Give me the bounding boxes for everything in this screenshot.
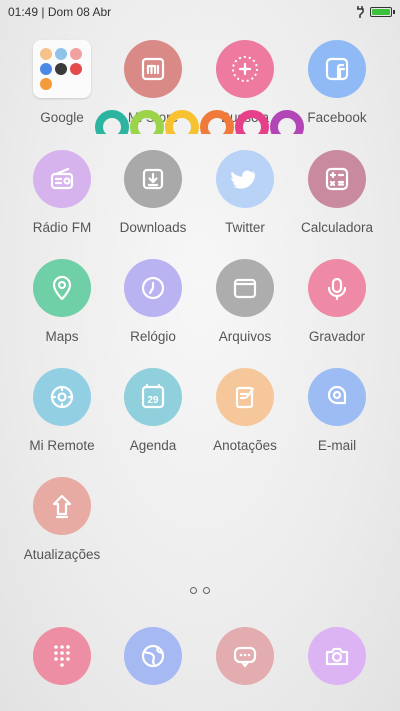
app-label: Agenda (129, 438, 177, 453)
folder-icon (33, 40, 91, 98)
rainbow-arc (235, 110, 269, 134)
compass-icon (216, 40, 274, 98)
folder-app-icon (40, 78, 52, 90)
app-label: Anotações (213, 438, 277, 453)
status-time-date: 01:49 | Dom 08 Abr (8, 5, 112, 19)
page-dot[interactable] (190, 587, 197, 594)
app-label: Gravador (308, 329, 366, 344)
app-label: E-mail (317, 438, 357, 453)
calculator-icon (308, 150, 366, 208)
app-label: Calculadora (300, 220, 374, 235)
twitter-icon (216, 150, 274, 208)
app-downloads[interactable]: Downloads (106, 150, 200, 235)
app-label: Twitter (225, 220, 265, 235)
download-icon (124, 150, 182, 208)
rainbow-arc (165, 110, 199, 134)
update-arrow-icon (33, 477, 91, 535)
app-maps[interactable]: Maps (15, 259, 109, 344)
app-gravador[interactable]: Gravador (290, 259, 384, 344)
camera-icon (308, 627, 366, 685)
app-arquivos[interactable]: Arquivos (198, 259, 292, 344)
dock-browser-globe[interactable] (106, 627, 200, 685)
svg-text:29: 29 (147, 395, 159, 406)
calendar-icon: 29 (124, 368, 182, 426)
app-label: Maps (45, 329, 79, 344)
app-label: Rádio FM (32, 220, 92, 235)
notes-icon (216, 368, 274, 426)
rainbow-arcs (95, 110, 305, 134)
page-dot[interactable] (203, 587, 210, 594)
map-pin-icon (33, 259, 91, 317)
folder-app-icon (40, 48, 52, 60)
app-mi-remote[interactable]: Mi Remote (15, 368, 109, 453)
status-icons (356, 6, 395, 18)
folder-app-icon (70, 48, 82, 60)
rainbow-arc (200, 110, 234, 134)
app-rel-gio[interactable]: Relógio (106, 259, 200, 344)
battery-fill (372, 9, 390, 15)
app-r-dio-fm[interactable]: Rádio FM (15, 150, 109, 235)
dock-dialer[interactable] (15, 627, 109, 685)
battery-icon (370, 7, 395, 17)
app-label: Atualizações (23, 547, 101, 562)
folder-app-icon (55, 48, 67, 60)
app-label: Relógio (130, 329, 176, 344)
app-label: Downloads (119, 220, 187, 235)
folder-app-icon (55, 63, 67, 75)
mi-store-icon (124, 40, 182, 98)
remote-icon (33, 368, 91, 426)
charging-icon (357, 6, 364, 18)
facebook-icon (308, 40, 366, 98)
app-calculadora[interactable]: Calculadora (290, 150, 384, 235)
rainbow-arc (130, 110, 164, 134)
app-atualiza-es[interactable]: Atualizações (15, 477, 109, 562)
app-e-mail[interactable]: E-mail (290, 368, 384, 453)
email-icon (308, 368, 366, 426)
dialer-icon (33, 627, 91, 685)
status-bar: 01:49 | Dom 08 Abr (0, 0, 400, 24)
folder-app-icon (70, 63, 82, 75)
app-label: Mi Remote (29, 438, 95, 453)
microphone-icon (308, 259, 366, 317)
browser-globe-icon (124, 627, 182, 685)
dock-camera[interactable] (290, 627, 384, 685)
app-agenda[interactable]: 29 Agenda (106, 368, 200, 453)
app-twitter[interactable]: Twitter (198, 150, 292, 235)
rainbow-arc (270, 110, 304, 134)
folder-files-icon (216, 259, 274, 317)
page-indicator (0, 587, 400, 594)
dock-messages[interactable] (198, 627, 292, 685)
app-label: Arquivos (218, 329, 272, 344)
folder-app-icon (40, 63, 52, 75)
radio-icon (33, 150, 91, 208)
rainbow-arc (95, 110, 129, 134)
clock-icon (124, 259, 182, 317)
messages-icon (216, 627, 274, 685)
app-anota-es[interactable]: Anotações (198, 368, 292, 453)
